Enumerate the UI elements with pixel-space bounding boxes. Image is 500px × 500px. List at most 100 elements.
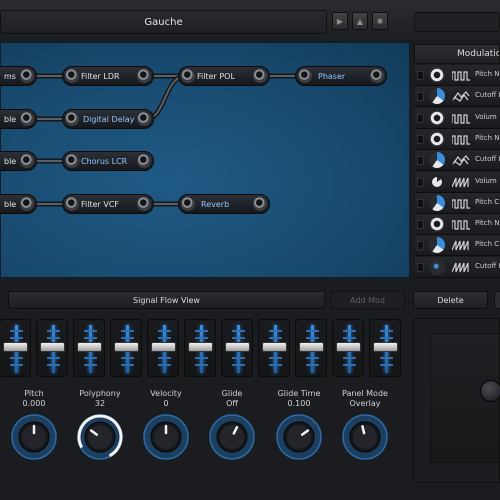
saw-wave-icon [452, 177, 469, 187]
graph-node[interactable]: ms [0, 66, 37, 86]
modulation-enable-checkbox[interactable] [417, 198, 424, 208]
fader[interactable] [332, 319, 364, 377]
graph-node[interactable]: Filter POL [178, 66, 270, 86]
fader-handle[interactable] [3, 342, 28, 352]
graph-node[interactable]: Filter VCF [62, 194, 154, 214]
knob[interactable] [341, 413, 389, 461]
fader-tick [306, 330, 319, 332]
fader-handle[interactable] [299, 342, 324, 352]
knob[interactable] [275, 413, 323, 461]
fader-handle[interactable] [40, 342, 65, 352]
output-port[interactable] [137, 69, 151, 83]
modulation-title: Modulation [414, 44, 500, 64]
modulation-row[interactable]: Pitch N [415, 65, 500, 86]
fader[interactable] [110, 319, 142, 377]
graph-node[interactable]: Phaser [295, 66, 387, 86]
graph-node[interactable]: ble [0, 109, 37, 129]
fader-tick [343, 357, 356, 359]
modulation-row[interactable]: Cutoff I [415, 86, 500, 108]
modulation-enable-checkbox[interactable] [417, 156, 424, 166]
modulation-enable-checkbox[interactable] [417, 262, 424, 272]
knob[interactable] [208, 413, 256, 461]
xy-pad-handle[interactable] [480, 380, 500, 402]
modulation-enable-checkbox[interactable] [417, 134, 424, 144]
modulation-row[interactable]: Cutoff I [415, 150, 500, 172]
fader[interactable] [73, 319, 105, 377]
delete-button[interactable]: Delete [413, 291, 488, 309]
output-port[interactable] [253, 197, 267, 211]
fader-handle[interactable] [188, 342, 213, 352]
fader-handle[interactable] [373, 342, 398, 352]
modulation-row[interactable]: Cutoff I [415, 256, 500, 278]
modulation-row[interactable]: Pitch C [415, 192, 500, 214]
fader[interactable] [147, 319, 179, 377]
fader-handle[interactable] [336, 342, 361, 352]
input-port[interactable] [181, 69, 195, 83]
add-mod-button[interactable]: Add Mod [330, 291, 405, 309]
fader-handle[interactable] [114, 342, 139, 352]
input-port[interactable] [65, 69, 79, 83]
fader[interactable] [36, 319, 68, 377]
settings-button[interactable]: ✱ [372, 12, 388, 30]
modulation-enable-checkbox[interactable] [417, 113, 424, 123]
panel-edge-button[interactable] [494, 291, 500, 309]
graph-node[interactable]: ble [0, 194, 37, 214]
signal-flow-view-button[interactable]: Signal Flow View [8, 291, 325, 309]
noise-wave-icon [452, 91, 470, 103]
input-port[interactable] [181, 197, 195, 211]
modulation-enable-checkbox[interactable] [417, 220, 424, 230]
fader[interactable] [258, 319, 290, 377]
fader-tick [47, 357, 60, 359]
fader-handle[interactable] [151, 342, 176, 352]
input-port[interactable] [65, 154, 79, 168]
modulation-row[interactable]: Pitch C [415, 235, 500, 257]
output-port[interactable] [253, 69, 267, 83]
graph-node[interactable]: Chorus LCR [62, 151, 154, 171]
fader-tick [158, 364, 171, 366]
graph-node[interactable]: ble [0, 151, 37, 171]
fader[interactable] [295, 319, 327, 377]
modulation-row[interactable]: Pitch N [415, 128, 500, 150]
input-port[interactable] [65, 197, 79, 211]
modulation-row[interactable]: Volum [415, 171, 500, 193]
output-port[interactable] [137, 154, 151, 168]
output-port[interactable] [20, 154, 34, 168]
modulation-enable-checkbox[interactable] [417, 241, 424, 251]
play-button[interactable]: ▶ [332, 12, 348, 30]
modulation-enable-checkbox[interactable] [417, 71, 424, 80]
fader-tick [269, 330, 282, 332]
fader-handle[interactable] [77, 342, 102, 352]
modulation-row[interactable]: Pitch N [415, 214, 500, 236]
fader[interactable] [221, 319, 253, 377]
preset-name-field[interactable]: Gauche [0, 10, 327, 34]
graph-node[interactable]: Reverb [178, 194, 270, 214]
fader[interactable] [184, 319, 216, 377]
knob[interactable] [10, 413, 58, 461]
output-port[interactable] [20, 112, 34, 126]
input-port[interactable] [298, 69, 312, 83]
knob[interactable] [76, 413, 124, 461]
output-port[interactable] [137, 197, 151, 211]
modulation-enable-checkbox[interactable] [417, 177, 424, 187]
fader-handle[interactable] [225, 342, 250, 352]
noise-wave-icon [452, 155, 470, 167]
upload-button[interactable]: ▲ [352, 12, 368, 30]
signal-flow-graph[interactable]: ms Filter LDR Filter POL Phaser ble Digi… [0, 42, 410, 278]
input-port[interactable] [65, 112, 79, 126]
graph-node[interactable]: Filter LDR [62, 66, 154, 86]
output-port[interactable] [20, 69, 34, 83]
output-port[interactable] [20, 197, 34, 211]
knob-label: Glide [221, 389, 243, 398]
fader[interactable] [0, 319, 31, 377]
knob-label: Polyphony [79, 389, 121, 398]
toolbar-right-field[interactable] [414, 12, 500, 32]
modulation-row[interactable]: Volum [415, 107, 500, 129]
graph-node[interactable]: Digital Delay [62, 109, 154, 129]
modulation-enable-checkbox[interactable] [417, 92, 424, 102]
fader-handle[interactable] [262, 342, 287, 352]
fader[interactable] [369, 319, 401, 377]
output-port[interactable] [370, 69, 384, 83]
fader-tick [47, 364, 60, 366]
knob[interactable] [142, 413, 190, 461]
output-port[interactable] [137, 112, 151, 126]
